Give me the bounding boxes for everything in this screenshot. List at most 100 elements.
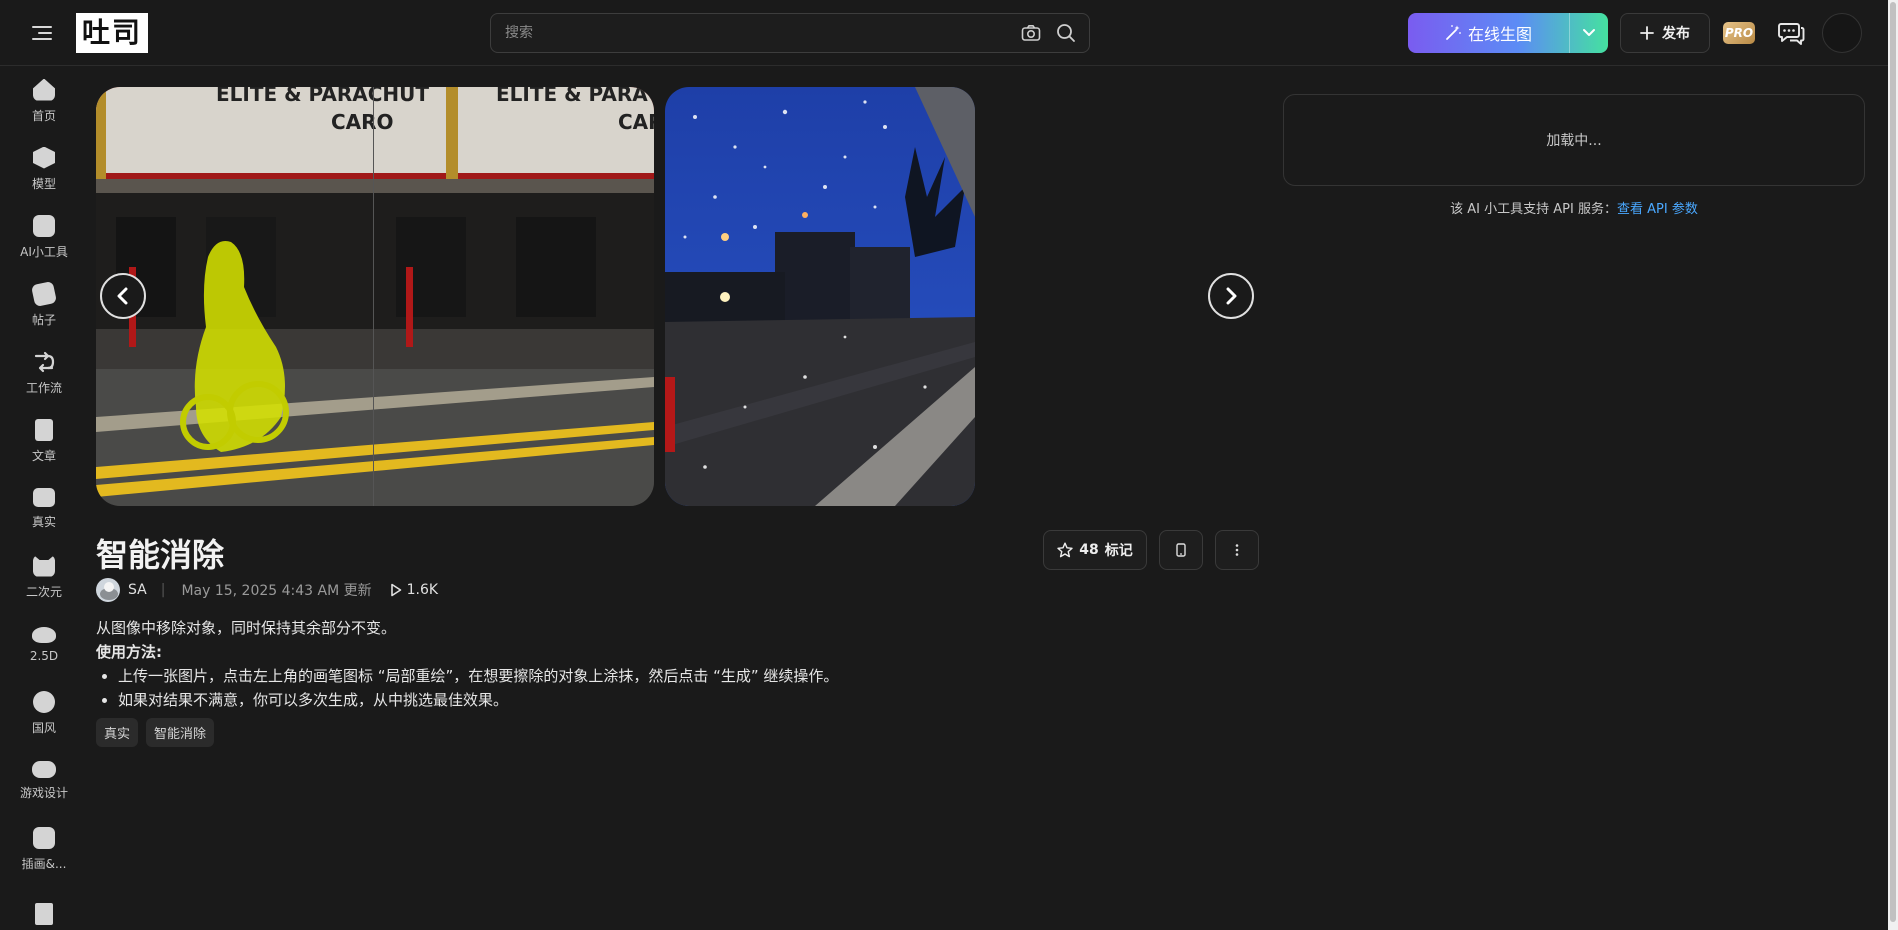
sidebar-item-guofeng[interactable]: 国风 (0, 679, 88, 747)
page-title: 智能消除 (96, 536, 225, 574)
tag-item[interactable]: 智能消除 (146, 718, 215, 747)
loading-text: 加载中... (1546, 133, 1602, 149)
ufo-icon (32, 627, 56, 643)
star-icon (1057, 542, 1073, 558)
user-avatar[interactable] (1822, 13, 1862, 53)
generate-label: 在线生图 (1467, 25, 1532, 44)
plus-icon (1640, 26, 1654, 40)
sidebar-item-label: 首页 (31, 108, 56, 123)
sidebar-item-label: 真实 (31, 515, 56, 529)
sidebar-item-ai-tools[interactable]: AI小工具 (0, 203, 88, 271)
sidebar-item-home[interactable]: 首页 (0, 67, 88, 135)
sidebar-item-label: 二次元 (25, 584, 62, 599)
sidebar-item-models[interactable]: 模型 (0, 135, 88, 203)
svg-text:CARO: CARO (331, 110, 394, 134)
sidebar-item-label: 插画&... (21, 856, 67, 871)
carousel-slide-before-after[interactable]: ELITE & PARACHUT CARO ELITE & PARACHU CA… (96, 87, 654, 506)
sidebar-item-workflow[interactable]: 工作流 (0, 339, 88, 407)
sidebar-item-label: 2.5D (29, 649, 59, 663)
howto-steps: 上传一张图片，点击左上角的画笔图标 “局部重绘”，在想要擦除的对象上涂抹，然后点… (118, 664, 996, 712)
sidebar-item-realistic[interactable]: 真实 (0, 475, 88, 543)
palette-icon (33, 690, 55, 713)
description-text: 从图像中移除对象，同时保持其余部分不变。 (96, 619, 397, 637)
gamepad-icon (32, 761, 56, 778)
pro-badge[interactable]: PRO (1723, 22, 1755, 44)
workflow-icon (34, 351, 55, 372)
updated-date: May 15, 2025 4:43 AM 更新 (181, 583, 372, 599)
search-input[interactable] (505, 14, 985, 52)
sidebar-item-label: 模型 (31, 176, 56, 191)
article-icon (35, 418, 53, 441)
sidebar-item-label: 工作流 (25, 380, 62, 395)
scrollbar-thumb[interactable] (1890, 2, 1896, 922)
api-text: 该 AI 小工具支持 API 服务： (1450, 202, 1617, 217)
carousel-next-button[interactable] (1208, 273, 1254, 319)
menu-toggle-icon[interactable] (32, 22, 56, 44)
home-icon (33, 78, 55, 101)
magic-wand-icon (1446, 25, 1461, 40)
play-icon (390, 583, 401, 597)
sidebar-item-label: 帖子 (31, 312, 56, 327)
night-street-image (665, 87, 975, 506)
more-vertical-icon (1235, 544, 1239, 556)
post-meta: SA | May 15, 2025 4:43 AM 更新 1.6K (96, 578, 438, 602)
illustration-icon (33, 826, 55, 849)
camera-icon (33, 488, 55, 507)
carousel-prev-button[interactable] (100, 273, 146, 319)
howto-step: 上传一张图片，点击左上角的画笔图标 “局部重绘”，在想要擦除的对象上涂抹，然后点… (118, 664, 996, 688)
mobile-icon (1176, 543, 1186, 557)
svg-text:ELITE & PARACHUT: ELITE & PARACHUT (216, 87, 429, 106)
chevron-down-icon (1583, 29, 1595, 36)
howto-heading: 使用方法: (96, 643, 162, 661)
tool-loading-panel: 加载中... (1283, 94, 1865, 186)
sidebar-item-label: AI小工具 (20, 244, 68, 259)
sidebar-item-game-design[interactable]: 游戏设计 (0, 747, 88, 815)
cat-icon (33, 554, 55, 577)
publish-label: 发布 (1662, 26, 1690, 42)
more-options-button[interactable] (1215, 530, 1259, 570)
sidebar-item-label: 游戏设计 (19, 786, 68, 800)
theater-street-image: ELITE & PARACHUT CARO ELITE & PARACHU CA… (96, 87, 654, 506)
site-logo[interactable]: 吐司 (76, 13, 149, 53)
sidebar-item-label: 文章 (31, 448, 56, 463)
sidebar-item-label: 国风 (31, 720, 56, 735)
online-generate-button[interactable]: 在线生图 (1408, 13, 1568, 53)
author-name[interactable]: SA (128, 582, 147, 598)
view-count: 1.6K (406, 582, 439, 598)
sidebar-item-illustration[interactable]: 插画&... (0, 815, 88, 883)
star-label: 标记 (1104, 543, 1133, 559)
sidebar-item-articles[interactable]: 文章 (0, 407, 88, 475)
post-description: 从图像中移除对象，同时保持其余部分不变。 使用方法: 上传一张图片，点击左上角的… (96, 616, 996, 712)
sidebar-item-more[interactable] (0, 883, 88, 930)
search-icon[interactable] (1056, 23, 1076, 43)
post-icon (30, 280, 58, 307)
howto-step: 如果对结果不满意，你可以多次生成，从中挑选最佳效果。 (118, 688, 996, 712)
bookmark-button[interactable]: 48 标记 (1043, 530, 1147, 570)
meta-divider: | (160, 582, 166, 598)
generate-button-group: 在线生图 (1408, 13, 1608, 53)
search-bar (490, 13, 1090, 53)
tag-item[interactable]: 真实 (96, 718, 139, 747)
api-params-link[interactable]: 查看 API 参数 (1617, 202, 1698, 217)
svg-text:ELITE & PARACHU: ELITE & PARACHU (496, 87, 654, 106)
generate-dropdown-button[interactable] (1569, 13, 1608, 53)
carousel-slide-night-street[interactable] (665, 87, 975, 506)
sidebar-item-2-5d[interactable]: 2.5D (0, 611, 88, 679)
messages-icon[interactable] (1777, 19, 1805, 47)
chevron-left-icon (117, 287, 128, 305)
svg-text:CAR: CAR (618, 110, 654, 134)
cube-icon (33, 146, 55, 169)
image-carousel: ELITE & PARACHUT CARO ELITE & PARACHU CA… (96, 87, 1256, 506)
sidebar-item-anime[interactable]: 二次元 (0, 543, 88, 611)
left-sidebar: 首页 模型 AI小工具 帖子 工作流 文章 真实 二次元 2.5D 国风 游戏设… (0, 67, 88, 930)
mobile-view-button[interactable] (1159, 530, 1203, 570)
author-avatar[interactable] (96, 578, 120, 602)
tool-icon (33, 214, 55, 237)
top-header: 吐司 在线生图 (0, 0, 1888, 66)
star-count: 48 (1079, 542, 1099, 558)
api-info: 该 AI 小工具支持 API 服务：查看 API 参数 (1283, 198, 1865, 217)
camera-search-icon[interactable] (1021, 24, 1041, 42)
pillar-icon (35, 903, 53, 925)
sidebar-item-posts[interactable]: 帖子 (0, 271, 88, 339)
publish-button[interactable]: 发布 (1620, 13, 1710, 53)
